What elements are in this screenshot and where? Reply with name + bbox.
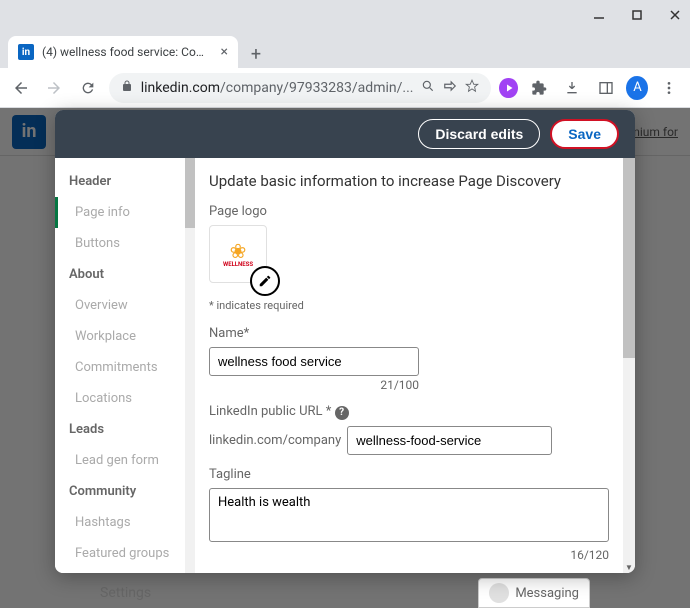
search-in-page-icon[interactable] (421, 79, 435, 97)
share-icon[interactable] (443, 79, 457, 97)
scroll-down-icon[interactable]: ▼ (623, 561, 635, 573)
sidebar-item-locations[interactable]: Locations (55, 383, 185, 414)
help-icon[interactable]: ? (335, 406, 349, 420)
name-label: Name* (209, 326, 611, 341)
page-bottom-bar: Settings Messaging (0, 578, 690, 608)
tab-title: (4) wellness food service: Compa (42, 45, 213, 59)
edit-page-modal: Discard edits Save Header Page info Butt… (55, 110, 635, 573)
new-tab-button[interactable]: + (242, 40, 270, 68)
modal-content: ▼ Update basic information to increase P… (185, 158, 635, 573)
browser-toolbar: linkedin.com/company/97933283/admin/... … (0, 68, 690, 108)
extension-play-icon[interactable] (499, 78, 517, 98)
content-scrollbar[interactable] (623, 158, 635, 573)
url-label: LinkedIn public URL * ? (209, 404, 611, 420)
maximize-icon[interactable] (630, 7, 644, 26)
tagline-label: Tagline (209, 467, 611, 482)
save-button[interactable]: Save (550, 119, 619, 149)
linkedin-favicon-icon: in (18, 44, 34, 60)
sidebar-item-lead-gen[interactable]: Lead gen form (55, 445, 185, 476)
minimize-icon[interactable] (592, 7, 606, 26)
messaging-avatar-icon (489, 583, 509, 603)
side-panel-icon[interactable] (593, 74, 619, 102)
logo-brand-text: WELLNESS (223, 261, 253, 268)
url-text: linkedin.com/company/97933283/admin/... (141, 80, 414, 96)
browser-tab[interactable]: in (4) wellness food service: Compa × (8, 36, 238, 68)
messaging-label: Messaging (515, 586, 579, 601)
lotus-icon: ❀ (223, 241, 253, 261)
kebab-menu-icon[interactable] (656, 74, 682, 102)
window-titlebar (0, 0, 690, 32)
sidebar-item-featured-groups[interactable]: Featured groups (55, 538, 185, 569)
settings-link[interactable]: Settings (100, 585, 151, 601)
edit-logo-button[interactable] (250, 266, 280, 296)
url-input[interactable] (347, 426, 552, 455)
name-counter: 21/100 (209, 378, 419, 392)
sidebar-item-hashtags[interactable]: Hashtags (55, 507, 185, 538)
bookmark-star-icon[interactable] (465, 79, 479, 97)
tagline-counter: 16/120 (209, 548, 609, 562)
address-bar[interactable]: linkedin.com/company/97933283/admin/... (109, 73, 492, 103)
discard-button[interactable]: Discard edits (418, 119, 540, 149)
name-input[interactable] (209, 347, 419, 376)
tab-close-icon[interactable]: × (221, 44, 228, 60)
content-heading: Update basic information to increase Pag… (209, 172, 611, 190)
extensions-puzzle-icon[interactable] (526, 74, 552, 102)
sidebar-section-community: Community (55, 476, 185, 507)
pencil-icon (258, 274, 272, 288)
url-prefix: linkedin.com/company (209, 433, 341, 448)
required-indicator-note: * indicates required (209, 299, 611, 312)
profile-avatar[interactable]: A (626, 76, 648, 100)
sidebar-item-page-info[interactable]: Page info (55, 197, 185, 228)
page-logo-label: Page logo (209, 204, 611, 219)
sidebar-item-workplace[interactable]: Workplace (55, 321, 185, 352)
sidebar-section-about: About (55, 259, 185, 290)
modal-header: Discard edits Save (55, 110, 635, 158)
browser-tabbar: in (4) wellness food service: Compa × + (0, 32, 690, 68)
lock-icon (121, 80, 133, 96)
forward-button[interactable] (42, 74, 68, 102)
tagline-input[interactable]: Health is wealth (209, 488, 609, 542)
sidebar-section-header: Header (55, 166, 185, 197)
downloads-icon[interactable] (559, 74, 585, 102)
page-logo-preview: ❀ WELLNESS (209, 225, 267, 283)
sidebar-item-commitments[interactable]: Commitments (55, 352, 185, 383)
sidebar-section-leads: Leads (55, 414, 185, 445)
modal-sidebar: Header Page info Buttons About Overview … (55, 158, 185, 573)
close-icon[interactable] (668, 7, 682, 26)
back-button[interactable] (8, 74, 34, 102)
messaging-drawer[interactable]: Messaging (478, 578, 590, 608)
reload-button[interactable] (75, 74, 101, 102)
sidebar-item-overview[interactable]: Overview (55, 290, 185, 321)
sidebar-item-buttons[interactable]: Buttons (55, 228, 185, 259)
